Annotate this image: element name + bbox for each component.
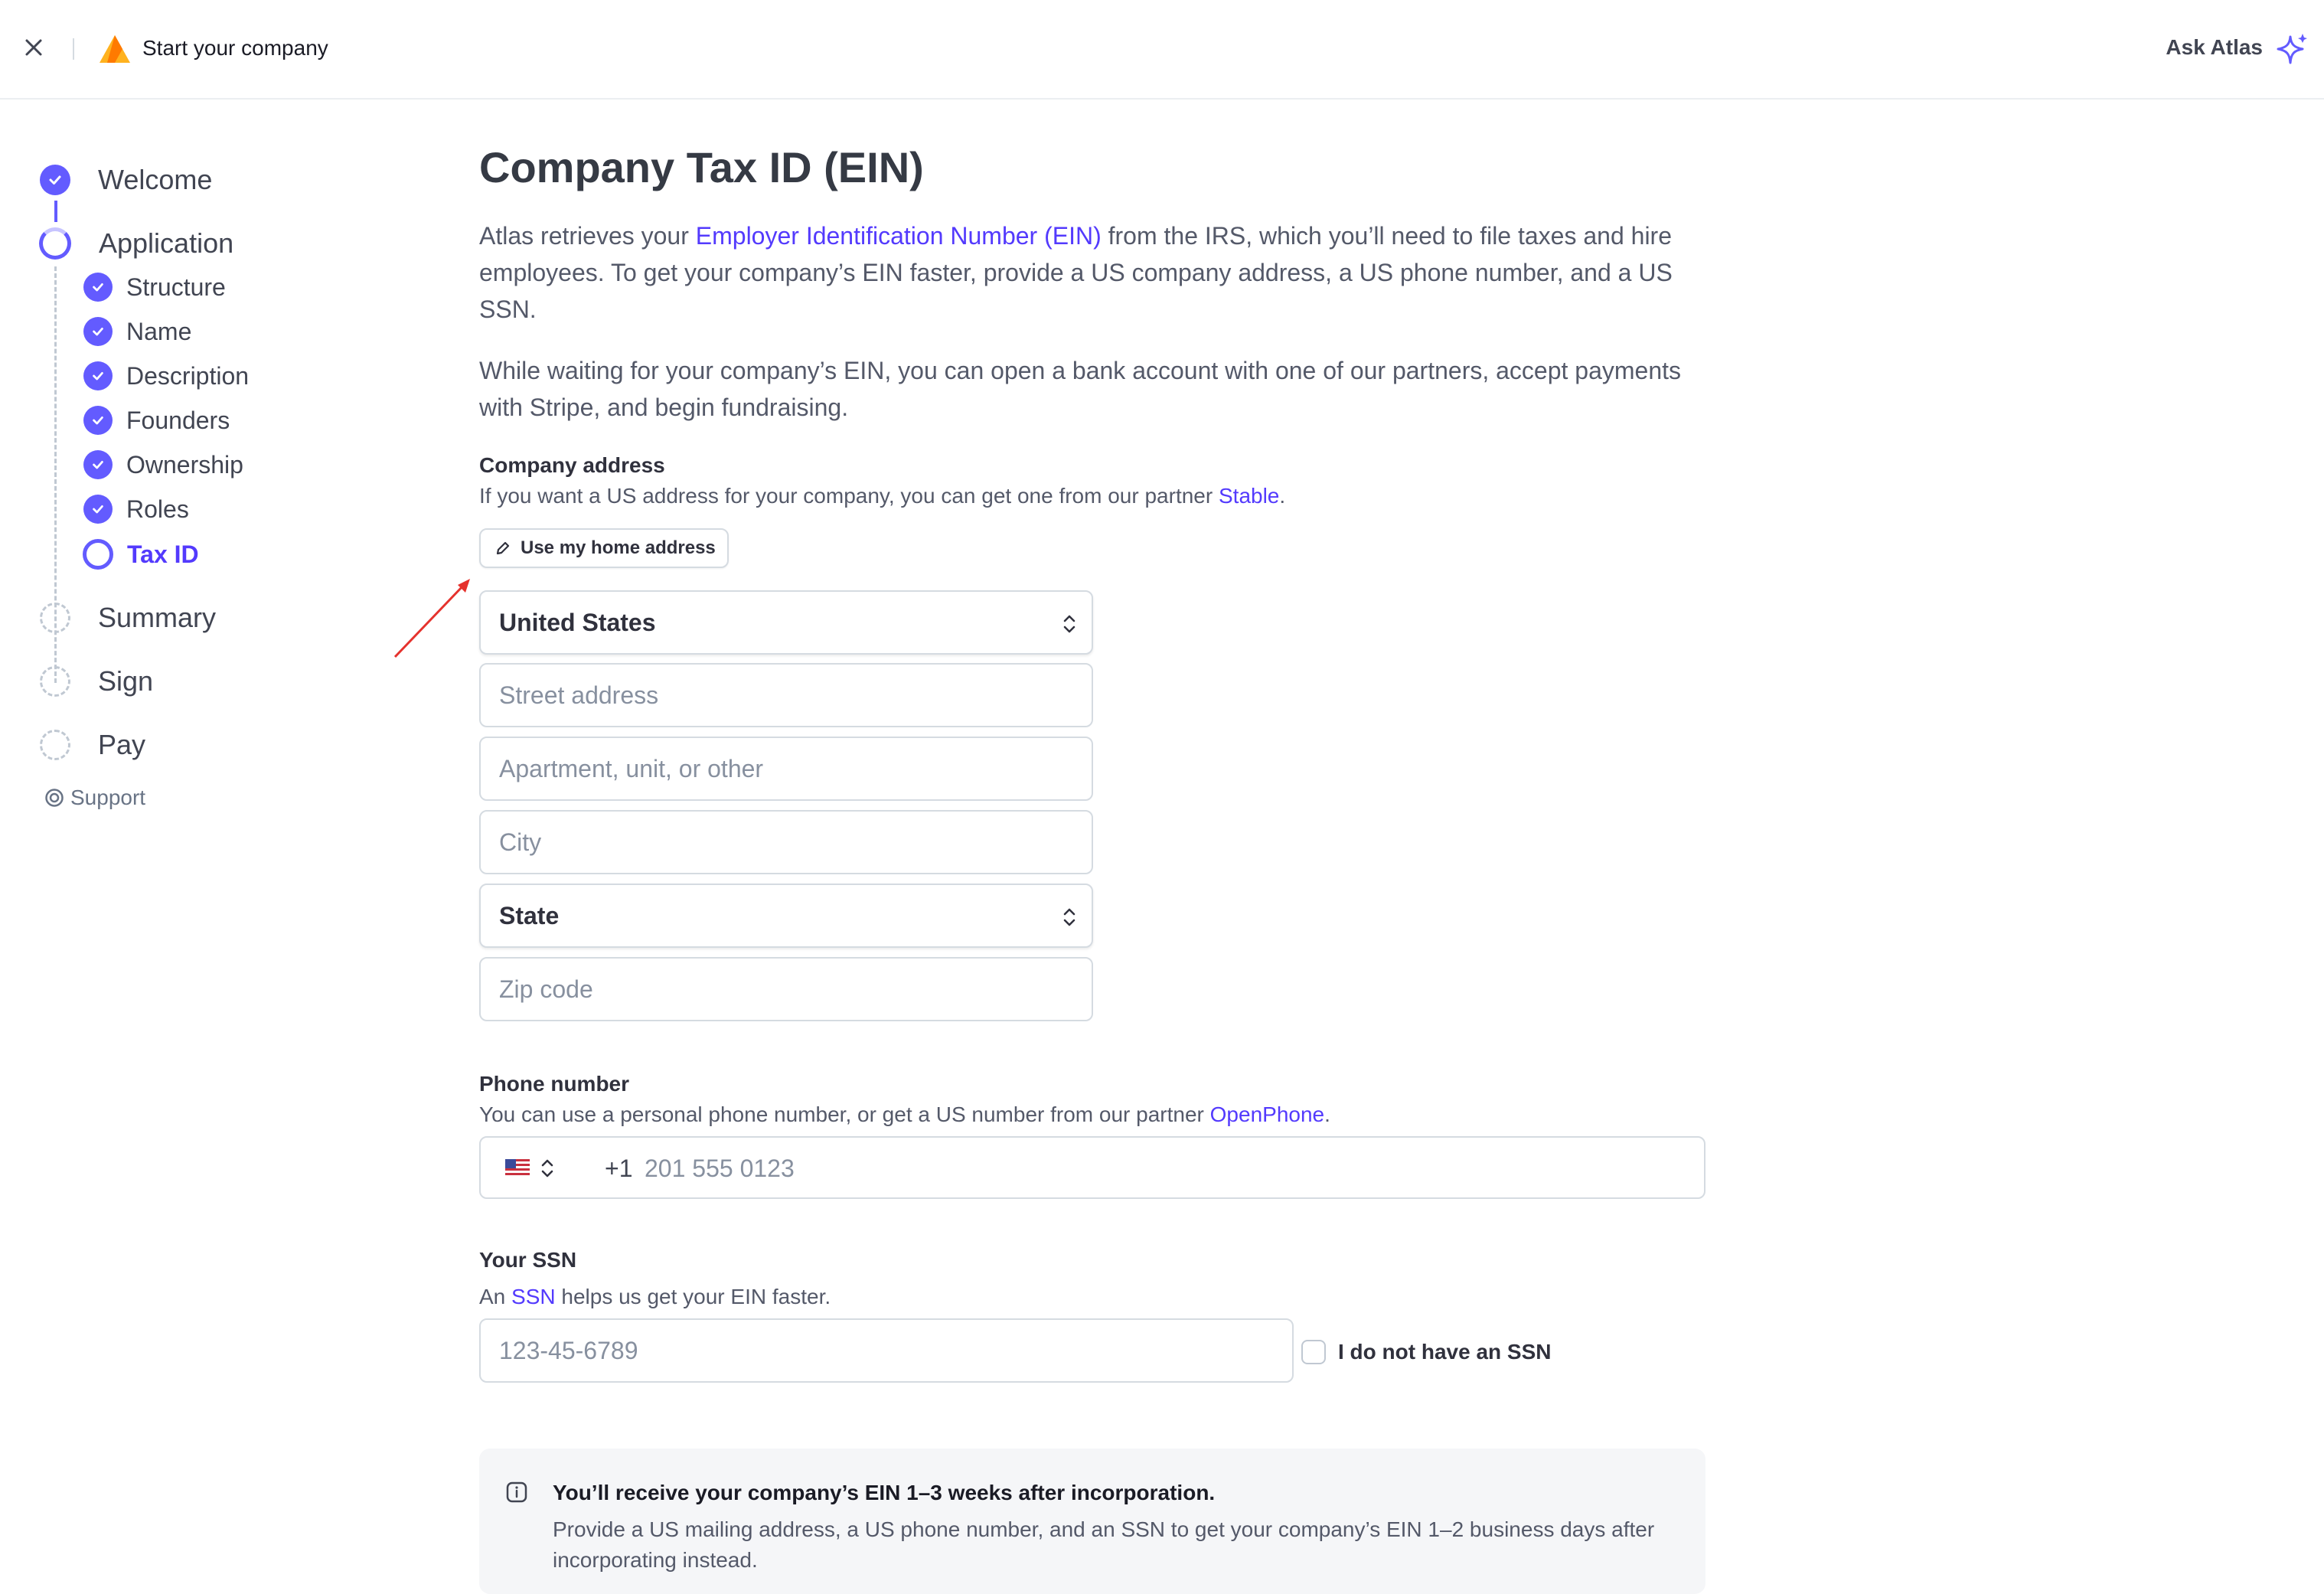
step-label: Sign [98,665,154,697]
step-application[interactable]: Application [39,227,233,260]
ssn-description: An SSN helps us get your EIN faster. [479,1285,831,1309]
check-circle-icon [83,406,113,435]
info-icon [506,1481,527,1503]
country-select[interactable]: United States [479,590,1093,655]
intro-text: Atlas retrieves your [479,222,696,250]
atlas-logo-icon [100,35,130,63]
us-flag-icon [505,1159,530,1178]
check-circle-icon [83,273,113,302]
substep-founders[interactable]: Founders [83,406,230,435]
check-circle-icon [83,495,113,524]
zip-code-input[interactable]: Zip code [479,957,1093,1021]
placeholder: 123-45-6789 [499,1336,638,1364]
close-icon[interactable] [20,34,47,61]
step-summary[interactable]: Summary [40,602,216,634]
country-code-chevron-icon[interactable] [539,1158,556,1179]
dial-code: +1 [605,1155,633,1182]
chevron-up-down-icon [1063,908,1076,926]
ein-link[interactable]: Employer Identification Number (EIN) [696,222,1102,250]
substep-tax-id[interactable]: Tax ID [83,539,199,570]
support-link[interactable]: Support [44,786,145,810]
sparkle-icon[interactable] [2275,32,2309,66]
step-pay[interactable]: Pay [40,729,145,761]
desc-text: . [1324,1102,1330,1126]
progress-line [54,201,57,222]
desc-text: An [479,1285,512,1308]
substep-name[interactable]: Name [83,317,191,346]
check-circle-icon [83,450,113,479]
desc-text: If you want a US address for your compan… [479,484,1219,508]
phone-title: Phone number [479,1072,630,1096]
desc-text: . [1279,484,1286,508]
openphone-link[interactable]: OpenPhone [1210,1102,1324,1126]
lifebuoy-icon [45,789,64,807]
address-title: Company address [479,453,665,477]
placeholder: Street address [499,681,659,709]
app-title: Start your company [142,36,328,60]
step-label: Summary [98,602,217,633]
check-circle-icon [83,361,113,390]
step-welcome[interactable]: Welcome [40,164,212,196]
apartment-input[interactable]: Apartment, unit, or other [479,737,1093,801]
step-label: Founders [126,406,230,434]
support-label: Support [70,786,146,809]
desc-text: helps us get your EIN faster. [555,1285,831,1308]
ask-atlas-button[interactable]: Ask Atlas [2166,35,2263,60]
divider [73,38,74,60]
no-ssn-checkbox[interactable] [1301,1340,1326,1364]
substep-description[interactable]: Description [83,361,249,390]
substep-ownership[interactable]: Ownership [83,450,243,479]
ssn-link[interactable]: SSN [511,1285,556,1308]
substep-structure[interactable]: Structure [83,273,226,302]
current-step-icon [83,539,113,570]
step-label: Welcome [98,164,213,195]
use-home-address-button[interactable]: Use my home address [479,528,729,568]
in-progress-icon [39,227,71,260]
pending-step-icon [40,730,70,760]
address-description: If you want a US address for your compan… [479,484,1285,508]
chevron-up-down-icon [1063,615,1076,633]
desc-text: You can use a personal phone number, or … [479,1102,1210,1126]
placeholder: City [499,828,542,856]
pending-step-icon [40,666,70,697]
ssn-input[interactable]: 123-45-6789 [479,1318,1294,1383]
country-value: United States [499,608,656,636]
state-value: State [499,901,560,929]
waiting-paragraph: While waiting for your company’s EIN, yo… [479,357,1682,421]
step-label: Application [99,227,234,259]
phone-description: You can use a personal phone number, or … [479,1102,1330,1127]
city-input[interactable]: City [479,810,1093,874]
stable-link[interactable]: Stable [1219,484,1279,508]
step-label: Ownership [126,450,243,479]
state-select[interactable]: State [479,884,1093,948]
step-label: Tax ID [127,540,199,568]
annotation-arrow-icon [393,579,470,658]
substep-roles[interactable]: Roles [83,495,189,524]
placeholder: Apartment, unit, or other [499,754,764,782]
pencil-icon [496,541,510,555]
ein-timing-notice: You’ll receive your company’s EIN 1–3 we… [479,1449,1705,1594]
notice-body: Provide a US mailing address, a US phone… [553,1517,1655,1572]
placeholder: Zip code [499,975,593,1003]
step-label: Name [126,317,192,345]
progress-sidebar: Welcome Application Structure Name Descr… [0,100,429,865]
street-address-input[interactable]: Street address [479,663,1093,727]
page-title: Company Tax ID (EIN) [479,143,924,191]
no-ssn-label[interactable]: I do not have an SSN [1338,1340,1551,1364]
step-label: Description [126,361,250,390]
check-circle-icon [83,317,113,346]
check-circle-icon [40,165,70,195]
step-label: Structure [126,273,226,301]
step-sign[interactable]: Sign [40,665,153,697]
pending-step-icon [40,603,70,633]
phone-number-input[interactable]: +1 201 555 0123 [479,1136,1705,1199]
intro-paragraph: Atlas retrieves your Employer Identifica… [479,217,1712,328]
top-bar: Start your company Ask Atlas [0,0,2324,100]
notice-title: You’ll receive your company’s EIN 1–3 we… [553,1481,1216,1504]
step-label: Roles [126,495,189,523]
ssn-title: Your SSN [479,1248,577,1272]
use-home-address-label: Use my home address [521,537,716,558]
phone-placeholder: 201 555 0123 [645,1155,795,1182]
step-label: Pay [98,729,146,760]
